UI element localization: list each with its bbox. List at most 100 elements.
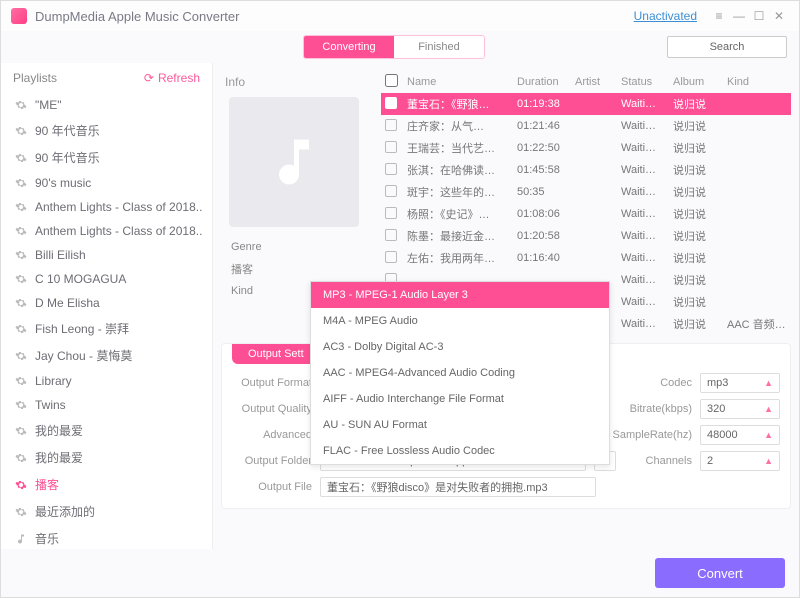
cell-duration: 01:45:58 [517, 164, 569, 176]
row-checkbox[interactable] [385, 119, 397, 131]
close-icon[interactable]: ✕ [769, 6, 789, 26]
row-checkbox[interactable] [385, 185, 397, 197]
cell-name: 陈墨：最接近金… [407, 228, 511, 244]
sidebar-item[interactable]: "ME" [1, 93, 212, 117]
app-title: DumpMedia Apple Music Converter [35, 9, 239, 24]
table-row[interactable]: 张淇：在哈佛读…01:45:58Waiti…说归说 [381, 159, 791, 181]
channels-label: Channels [624, 455, 692, 467]
sidebar-item-label: 我的最爱 [35, 422, 83, 439]
sidebar-item[interactable]: Anthem Lights - Class of 2018.. [1, 195, 212, 219]
sidebar-item[interactable]: 我的最爱 [1, 417, 212, 444]
dropdown-option[interactable]: AC3 - Dolby Digital AC-3 [311, 334, 609, 360]
toolbar: Converting Finished Search [1, 31, 799, 63]
dropdown-option[interactable]: M4A - MPEG Audio [311, 308, 609, 334]
maximize-icon[interactable]: ☐ [749, 6, 769, 26]
col-status: Status [621, 76, 667, 88]
sidebar-item[interactable]: 90's music [1, 171, 212, 195]
row-checkbox[interactable] [385, 141, 397, 153]
row-checkbox[interactable] [385, 207, 397, 219]
sidebar-item-label: Anthem Lights - Class of 2018.. [35, 200, 202, 214]
output-folder-label: Output Folder [232, 455, 312, 467]
sidebar-item[interactable]: Fish Leong - 崇拜 [1, 315, 212, 342]
sidebar-item[interactable]: 播客 [1, 471, 212, 498]
gear-icon [15, 399, 27, 411]
dropdown-option[interactable]: AAC - MPEG4-Advanced Audio Coding [311, 360, 609, 386]
sidebar-item-label: Anthem Lights - Class of 2018.. [35, 224, 202, 238]
cell-album: 说归说 [673, 272, 721, 288]
table-row[interactable]: 陈墨：最接近金…01:20:58Waiti…说归说 [381, 225, 791, 247]
sidebar-item[interactable]: Twins [1, 393, 212, 417]
tab-converting[interactable]: Converting [304, 36, 394, 58]
cell-name: 斑宇：这些年的… [407, 184, 511, 200]
convert-button[interactable]: Convert [655, 558, 785, 588]
samplerate-select[interactable]: 48000▲ [700, 425, 780, 445]
sidebar-item[interactable]: D Me Elisha [1, 291, 212, 315]
row-checkbox[interactable] [385, 97, 397, 109]
sidebar-item[interactable]: Anthem Lights - Class of 2018.. [1, 219, 212, 243]
cell-status: Waiti… [621, 208, 667, 220]
row-checkbox[interactable] [385, 163, 397, 175]
cell-status: Waiti… [621, 142, 667, 154]
sidebar-item-label: 90 年代音乐 [35, 122, 100, 139]
cell-name: 张淇：在哈佛读… [407, 162, 511, 178]
gear-icon [15, 425, 27, 437]
col-kind: Kind [727, 76, 787, 88]
channels-select[interactable]: 2▲ [700, 451, 780, 471]
refresh-button[interactable]: ⟳ Refresh [144, 71, 200, 85]
sidebar-item[interactable]: Library [1, 369, 212, 393]
table-row[interactable]: 董宝石：《野狼…01:19:38Waiti…说归说 [381, 93, 791, 115]
dropdown-option[interactable]: FLAC - Free Lossless Audio Codec [311, 438, 609, 464]
cell-album: 说归说 [673, 206, 721, 222]
gear-icon [15, 297, 27, 309]
minimize-icon[interactable]: — [729, 6, 749, 26]
col-duration: Duration [517, 76, 569, 88]
cell-name: 庄齐家：从气… [407, 118, 511, 134]
cell-status: Waiti… [621, 318, 667, 330]
select-all-checkbox[interactable] [385, 74, 398, 87]
sidebar-item[interactable]: 我的最爱 [1, 444, 212, 471]
unactivated-link[interactable]: Unactivated [634, 9, 697, 23]
table-row[interactable]: 左佑：我用两年…01:16:40Waiti…说归说 [381, 247, 791, 269]
table-row[interactable]: 王瑞芸：当代艺…01:22:50Waiti…说归说 [381, 137, 791, 159]
refresh-icon: ⟳ [144, 71, 154, 85]
tab-finished[interactable]: Finished [394, 36, 484, 58]
table-row[interactable]: 庄齐家：从气…01:21:46Waiti…说归说 [381, 115, 791, 137]
sidebar-item-label: 最近添加的 [35, 503, 95, 520]
cell-name: 左佑：我用两年… [407, 250, 511, 266]
cell-album: 说归说 [673, 294, 721, 310]
genre-value: 播客 [221, 257, 371, 281]
sidebar-item-label: 播客 [35, 476, 59, 493]
dropdown-option[interactable]: MP3 - MPEG-1 Audio Layer 3 [311, 282, 609, 308]
sidebar-item[interactable]: 音乐 [1, 525, 212, 549]
sidebar-item[interactable]: 最近添加的 [1, 498, 212, 525]
output-file-field[interactable]: 董宝石：《野狼disco》是对失败者的拥抱.mp3 [320, 477, 596, 497]
sidebar-item[interactable]: C 10 MOGAGUA [1, 267, 212, 291]
sidebar-item[interactable]: 90 年代音乐 [1, 117, 212, 144]
dropdown-option[interactable]: AIFF - Audio Interchange File Format [311, 386, 609, 412]
codec-select[interactable]: mp3▲ [700, 373, 780, 393]
format-dropdown: MP3 - MPEG-1 Audio Layer 3M4A - MPEG Aud… [310, 281, 610, 465]
sidebar-item[interactable]: Billi Eilish [1, 243, 212, 267]
tabset: Converting Finished [303, 35, 485, 59]
cell-status: Waiti… [621, 164, 667, 176]
row-checkbox[interactable] [385, 229, 397, 241]
row-checkbox[interactable] [385, 251, 397, 263]
cell-name: 董宝石：《野狼… [407, 96, 511, 112]
sidebar-item-label: 音乐 [35, 530, 59, 547]
table-header: Name Duration Artist Status Album Kind [381, 71, 791, 93]
table-row[interactable]: 斑宇：这些年的…50:35Waiti…说归说 [381, 181, 791, 203]
gear-icon [15, 225, 27, 237]
menu-icon[interactable]: ≡ [709, 6, 729, 26]
dropdown-option[interactable]: AU - SUN AU Format [311, 412, 609, 438]
cell-status: Waiti… [621, 120, 667, 132]
chevron-up-icon: ▲ [764, 378, 773, 388]
gear-icon [15, 99, 27, 111]
album-art [229, 97, 359, 227]
sidebar-item-label: Jay Chou - 莫悔莫 [35, 347, 132, 364]
sidebar-item[interactable]: 90 年代音乐 [1, 144, 212, 171]
bitrate-select[interactable]: 320▲ [700, 399, 780, 419]
col-name: Name [407, 76, 511, 88]
search-button[interactable]: Search [667, 36, 787, 58]
table-row[interactable]: 杨照：《史记》…01:08:06Waiti…说归说 [381, 203, 791, 225]
sidebar-item[interactable]: Jay Chou - 莫悔莫 [1, 342, 212, 369]
